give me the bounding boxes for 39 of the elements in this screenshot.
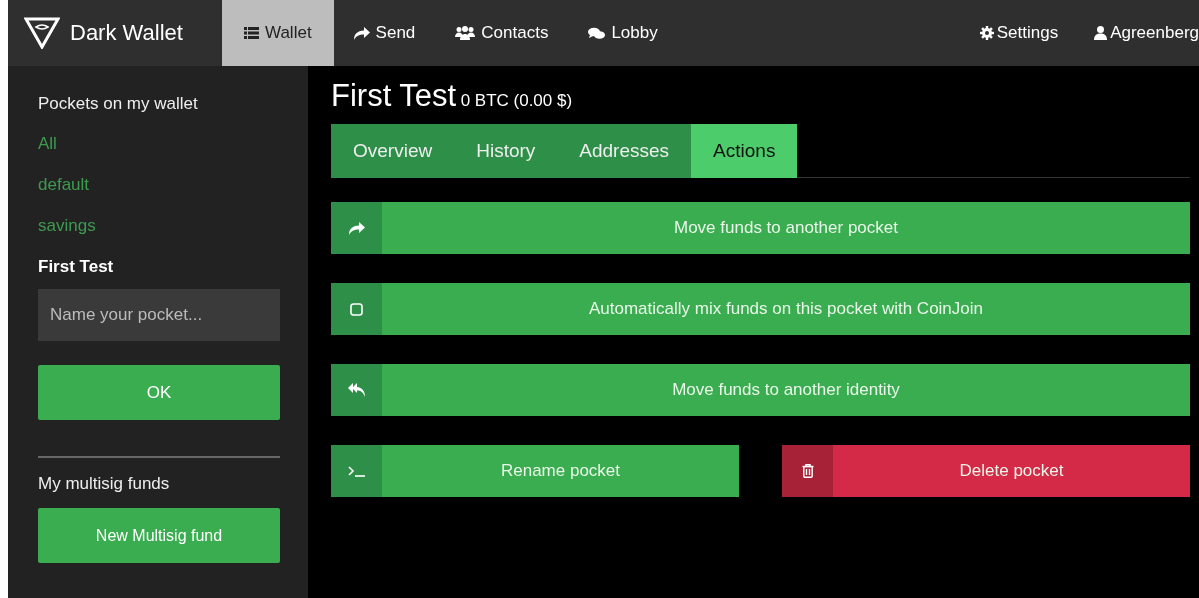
gear-icon [979,26,994,40]
pocket-name-field[interactable]: Name your pocket... [38,289,280,341]
pocket-link[interactable]: savings [38,216,96,236]
pocket-link[interactable]: First Test [38,257,114,277]
brand-name[interactable]: Dark Wallet [70,20,183,46]
nav-item[interactable]: Wallet [222,0,334,66]
pocket-link[interactable]: All [38,134,57,154]
list-icon [244,27,259,39]
sidebar-heading: Pockets on my wallet [38,94,198,114]
delete-button[interactable]: Delete pocket [782,445,1190,497]
new-multisig-button[interactable]: New Multisig fund [38,508,280,563]
trash-icon [801,464,814,478]
action-button[interactable]: Automatically mix funds on this pocket with CoinJoin [331,283,1190,335]
triangle-eye-logo-icon [24,17,60,49]
action-button[interactable]: Rename pocket [331,445,739,497]
action-button[interactable]: Move funds to another pocket [331,202,1190,254]
nav-item[interactable]: Send [333,0,436,66]
checkbox-icon[interactable] [350,302,363,316]
pocket-title: First Test [331,78,457,113]
pocket-link[interactable]: default [38,175,90,195]
nav-item[interactable]: Settings [961,0,1077,66]
share-arrow-icon [353,26,370,40]
reply-all-icon [348,383,365,397]
action-button[interactable]: Move funds to another identity [331,364,1190,416]
user-icon [1094,26,1108,40]
balance: 0 BTC (0.00 $) [460,91,573,110]
share-arrow-icon [348,221,365,235]
nav-item[interactable]: Contacts [435,0,569,66]
tab[interactable]: Overview [331,124,455,178]
nav-item[interactable]: Lobby [568,0,678,66]
ok-button[interactable]: OK [38,365,280,420]
chat-icon [588,26,606,40]
tab[interactable]: History [454,124,558,178]
users-icon [455,26,476,40]
nav-item[interactable]: Agreenberg [1076,0,1199,66]
tab[interactable]: Actions [691,124,798,178]
sidebar-heading: My multisig funds [38,474,170,494]
tab[interactable]: Addresses [557,124,692,178]
terminal-icon [347,465,366,477]
